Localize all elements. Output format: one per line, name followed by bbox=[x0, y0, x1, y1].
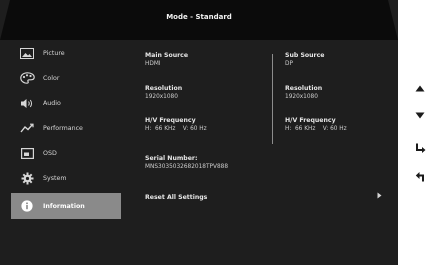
sub-frequency-title: H/V Frequency bbox=[285, 117, 336, 124]
main-source-block: Main Source HDMI bbox=[145, 52, 188, 68]
main-source-value: HDMI bbox=[145, 61, 161, 67]
sub-resolution-value: 1920x1080 bbox=[285, 94, 318, 100]
serial-number-title: Serial Number: bbox=[145, 155, 198, 162]
sub-resolution-title: Resolution bbox=[285, 85, 323, 92]
sidebar-item-label: Information bbox=[43, 202, 85, 210]
palette-icon bbox=[19, 71, 35, 85]
main-source-title: Main Source bbox=[145, 52, 189, 59]
sidebar-item-osd[interactable]: OSD bbox=[11, 142, 121, 164]
serial-number-block: Serial Number: MNS3035032682018TPV888 bbox=[145, 155, 228, 171]
sub-resolution-block: Resolution 1920x1080 bbox=[285, 85, 322, 101]
down-arrow-icon[interactable] bbox=[414, 109, 426, 121]
main-resolution-value: 1920x1080 bbox=[145, 94, 178, 100]
sidebar-item-audio[interactable]: Audio bbox=[11, 92, 121, 114]
osd-panel: Mode - Standard Picture Color Audio Perf… bbox=[0, 0, 398, 265]
main-frequency-title: H/V Frequency bbox=[145, 117, 196, 124]
navigation-keys bbox=[404, 70, 436, 190]
sidebar-item-label: Performance bbox=[43, 124, 83, 132]
sidebar-item-performance[interactable]: Performance bbox=[11, 117, 121, 139]
sidebar-item-label: OSD bbox=[43, 149, 57, 157]
up-arrow-icon[interactable] bbox=[414, 82, 426, 94]
speaker-icon bbox=[19, 96, 35, 110]
main-frequency-block: H/V Frequency H: 66 KHz V: 60 Hz bbox=[145, 117, 207, 133]
main-resolution-title: Resolution bbox=[145, 85, 183, 92]
mode-title: Mode - Standard bbox=[166, 13, 232, 21]
picture-icon bbox=[19, 46, 35, 60]
sidebar: Picture Color Audio Performance OSD Syst… bbox=[11, 42, 121, 222]
sidebar-item-system[interactable]: System bbox=[11, 167, 121, 189]
info-icon bbox=[19, 199, 35, 213]
sub-source-value: DP bbox=[285, 61, 293, 67]
back-icon[interactable] bbox=[414, 170, 426, 182]
reset-all-settings-row[interactable]: Reset All Settings bbox=[145, 184, 390, 201]
sidebar-item-color[interactable]: Color bbox=[11, 67, 121, 89]
osd-icon bbox=[19, 146, 35, 160]
column-divider bbox=[272, 54, 273, 144]
osd-header: Mode - Standard bbox=[0, 0, 398, 40]
main-resolution-block: Resolution 1920x1080 bbox=[145, 85, 182, 101]
serial-number-value: MNS3035032682018TPV888 bbox=[145, 164, 229, 170]
sub-frequency-block: H/V Frequency H: 66 KHz V: 60 Hz bbox=[285, 117, 347, 133]
chevron-right-icon bbox=[377, 184, 382, 203]
sidebar-item-label: Picture bbox=[43, 49, 65, 57]
sub-source-block: Sub Source DP bbox=[285, 52, 324, 68]
sidebar-item-information[interactable]: Information bbox=[11, 193, 121, 219]
reset-all-settings-label: Reset All Settings bbox=[145, 194, 208, 201]
sub-frequency-value: H: 66 KHz V: 60 Hz bbox=[285, 126, 347, 132]
enter-icon[interactable] bbox=[414, 142, 426, 154]
sub-source-title: Sub Source bbox=[285, 52, 325, 59]
gear-icon bbox=[19, 171, 35, 185]
sidebar-item-label: Audio bbox=[43, 99, 61, 107]
information-panel: Main Source HDMI Sub Source DP Resolutio… bbox=[121, 42, 398, 222]
main-frequency-value: H: 66 KHz V: 60 Hz bbox=[145, 126, 207, 132]
sidebar-item-picture[interactable]: Picture bbox=[11, 42, 121, 64]
performance-icon bbox=[19, 121, 35, 135]
sidebar-item-label: Color bbox=[43, 74, 60, 82]
sidebar-item-label: System bbox=[43, 174, 67, 182]
